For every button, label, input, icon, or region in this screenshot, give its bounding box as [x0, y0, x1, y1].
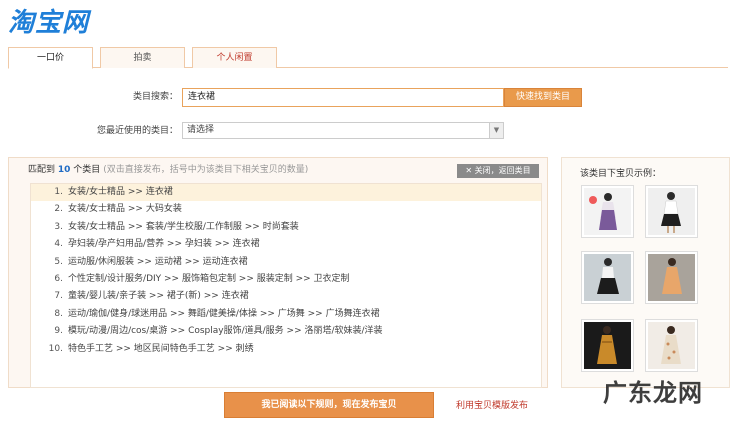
category-search-label: 类目搜索： — [132, 92, 178, 102]
category-list-item[interactable]: 9. 模玩/动漫/周边/cos/桌游 >> Cosplay服饰/道具/服务 >> … — [31, 323, 541, 340]
recent-category-label: 您最近使用的类目： — [96, 126, 178, 136]
dress-photo — [597, 326, 617, 364]
example-thumb[interactable] — [645, 185, 698, 238]
results-count: 10 — [57, 165, 71, 175]
dress-photo — [661, 192, 681, 233]
category-item-path: 女装/女士精品 >> 大码女装 — [68, 204, 182, 215]
close-icon: ✕ — [465, 166, 475, 175]
category-list-item[interactable]: 6. 个性定制/设计服务/DIY >> 服饰箱包定制 >> 服装定制 >> 卫衣定… — [31, 271, 541, 288]
category-list-item[interactable]: 2. 女装/女士精品 >> 大码女装 — [31, 201, 541, 218]
category-list-item[interactable]: 7. 童装/婴儿装/亲子装 >> 裙子(新) >> 连衣裙 — [31, 288, 541, 305]
category-item-path: 个性定制/设计服务/DIY >> 服饰箱包定制 >> 服装定制 >> 卫衣定制 — [68, 273, 350, 284]
category-item-number: 1. — [54, 187, 63, 197]
example-thumb[interactable] — [581, 319, 634, 372]
category-list-item[interactable]: 10. 特色手工艺 >> 地区民间特色手工艺 >> 刺绣 — [31, 341, 541, 358]
tab-fixed-price[interactable]: 一口价 — [8, 47, 93, 69]
template-publish-link[interactable]: 利用宝贝模版发布 — [456, 398, 528, 411]
example-thumb[interactable] — [581, 185, 634, 238]
close-return-label: 关闭，返回类目 — [474, 166, 531, 175]
publish-button[interactable]: 我已阅读以下规则，现在发布宝贝 — [224, 392, 434, 418]
example-thumb[interactable] — [645, 319, 698, 372]
category-list-item[interactable]: 5. 运动服/休闲服装 >> 运动裙 >> 运动连衣裙 — [31, 254, 541, 271]
tab-personal-idle[interactable]: 个人闲置 — [192, 47, 277, 68]
close-return-button[interactable]: ✕ 关闭，返回类目 — [457, 164, 539, 178]
category-item-number: 9. — [54, 326, 63, 337]
category-item-path: 女装/女士精品 >> 套装/学生校服/工作制服 >> 时尚套装 — [68, 221, 299, 232]
category-item-number: 8. — [54, 308, 63, 319]
category-item-path: 女装/女士精品 >> 连衣裙 — [68, 187, 173, 197]
category-item-number: 5. — [54, 256, 63, 267]
results-prefix: 匹配到 — [28, 165, 56, 175]
quick-find-category-button[interactable]: 快速找到类目 — [504, 88, 582, 107]
category-item-path: 运动服/休闲服装 >> 运动裙 >> 运动连衣裙 — [68, 256, 248, 267]
example-thumb[interactable] — [645, 251, 698, 304]
category-list-item[interactable]: 1. 女装/女士精品 >> 连衣裙 — [31, 184, 541, 202]
category-item-number: 10. — [48, 343, 63, 354]
dress-photo — [584, 254, 631, 301]
results-suffix: 个类目 — [73, 165, 101, 175]
category-list-item[interactable]: 4. 孕妇装/孕产妇用品/营养 >> 孕妇装 >> 连衣裙 — [31, 236, 541, 253]
category-item-number: 3. — [54, 221, 63, 232]
examples-title: 该类目下宝贝示例： — [580, 169, 662, 179]
category-item-number: 4. — [54, 239, 63, 250]
chevron-down-icon[interactable]: ▼ — [489, 123, 503, 138]
category-results-panel: 匹配到 10 个类目 (双击直接发布，括号中为该类目下相关宝贝的数量) ✕ 关闭… — [8, 157, 548, 388]
dress-photo — [661, 326, 681, 364]
category-item-path: 童装/婴儿装/亲子装 >> 裙子(新) >> 连衣裙 — [68, 291, 249, 302]
category-item-path: 运动/瑜伽/健身/球迷用品 >> 舞蹈/健美操/体操 >> 广场舞 >> 广场舞… — [68, 308, 380, 319]
dress-photo — [648, 254, 695, 301]
example-thumb[interactable] — [581, 251, 634, 304]
category-list: 1. 女装/女士精品 >> 连衣裙 2. 女装/女士精品 >> 大码女装 3. 女装/女士… — [30, 183, 542, 388]
category-item-path: 模玩/动漫/周边/cos/桌游 >> Cosplay服饰/道具/服务 >> 洛丽… — [68, 326, 383, 337]
category-examples-panel: 该类目下宝贝示例： — [561, 157, 730, 388]
watermark: 广东龙网 — [603, 379, 703, 407]
category-search-input[interactable]: 连衣裙 — [182, 88, 504, 107]
category-list-item[interactable]: 3. 女装/女士精品 >> 套装/学生校服/工作制服 >> 时尚套装 — [31, 219, 541, 236]
category-list-item[interactable]: 8. 运动/瑜伽/健身/球迷用品 >> 舞蹈/健美操/体操 >> 广场舞 >> 广… — [31, 306, 541, 323]
results-hint: (双击直接发布，括号中为该类目下相关宝贝的数量) — [103, 165, 309, 175]
category-item-path: 孕妇装/孕产妇用品/营养 >> 孕妇装 >> 连衣裙 — [68, 239, 260, 250]
tab-auction[interactable]: 拍卖 — [100, 47, 185, 68]
recent-category-value: 请选择 — [187, 125, 215, 135]
taobao-logo[interactable]: 淘宝网 — [8, 2, 89, 39]
category-item-number: 7. — [54, 291, 63, 302]
tab-bar: 一口价 拍卖 个人闲置 — [8, 47, 728, 69]
category-item-number: 2. — [54, 204, 63, 215]
dress-photo — [589, 193, 617, 230]
category-item-path: 特色手工艺 >> 地区民间特色手工艺 >> 刺绣 — [68, 343, 254, 354]
category-item-number: 6. — [54, 273, 63, 284]
recent-category-select[interactable]: 请选择 ▼ — [182, 122, 504, 139]
